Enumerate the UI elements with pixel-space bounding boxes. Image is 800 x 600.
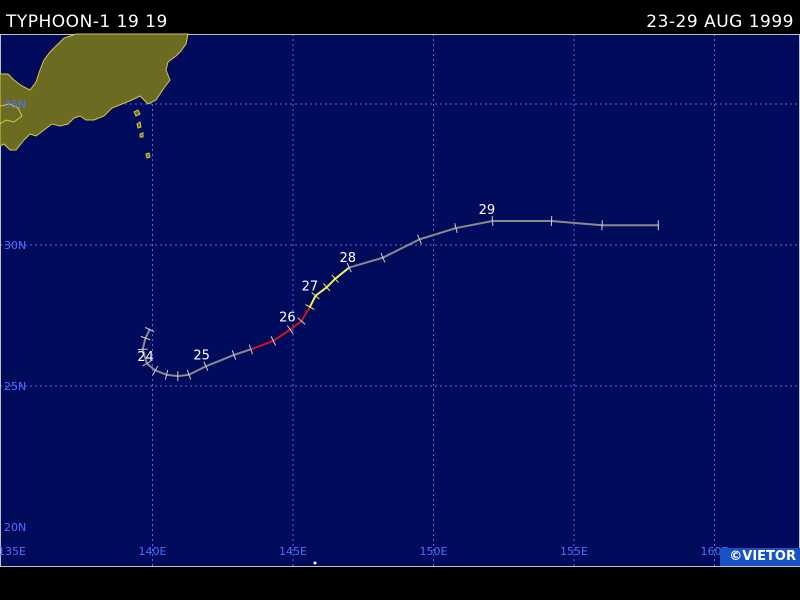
day-label-27: 27 xyxy=(302,279,319,294)
track-segment xyxy=(176,373,191,378)
credit-badge: ©VIETOR xyxy=(720,548,800,566)
lon-label: 155E xyxy=(560,545,588,558)
lat-label: 30N xyxy=(4,239,26,252)
map-center-marker xyxy=(313,561,317,565)
storm-title: TYPHOON-1 19 19 xyxy=(6,12,168,32)
lat-label: 25N xyxy=(4,380,26,393)
date-range: 23-29 AUG 1999 xyxy=(646,12,794,32)
typhoon-track-map: 135E 140E 145E 150E 155E 160E35N30N25N20N 24 2… xyxy=(0,33,800,567)
day-label-28: 28 xyxy=(340,251,357,266)
track-segment xyxy=(165,373,179,378)
izu-island-4 xyxy=(145,152,151,159)
lon-label: 135E xyxy=(0,545,26,558)
day-label-24: 24 xyxy=(137,350,154,365)
lat-label: 35N xyxy=(4,98,26,111)
lon-label: 150E xyxy=(420,545,448,558)
day-label-29: 29 xyxy=(479,203,496,218)
title-bar: TYPHOON-1 19 19 23-29 AUG 1999 xyxy=(0,0,800,34)
ocean-background xyxy=(0,34,800,567)
lat-label: 20N xyxy=(4,521,26,534)
day-label-25: 25 xyxy=(193,348,210,363)
lon-label: 140E xyxy=(139,545,167,558)
day-label-26: 26 xyxy=(279,310,296,325)
izu-island-3 xyxy=(139,132,144,138)
lon-label: 145E xyxy=(279,545,307,558)
